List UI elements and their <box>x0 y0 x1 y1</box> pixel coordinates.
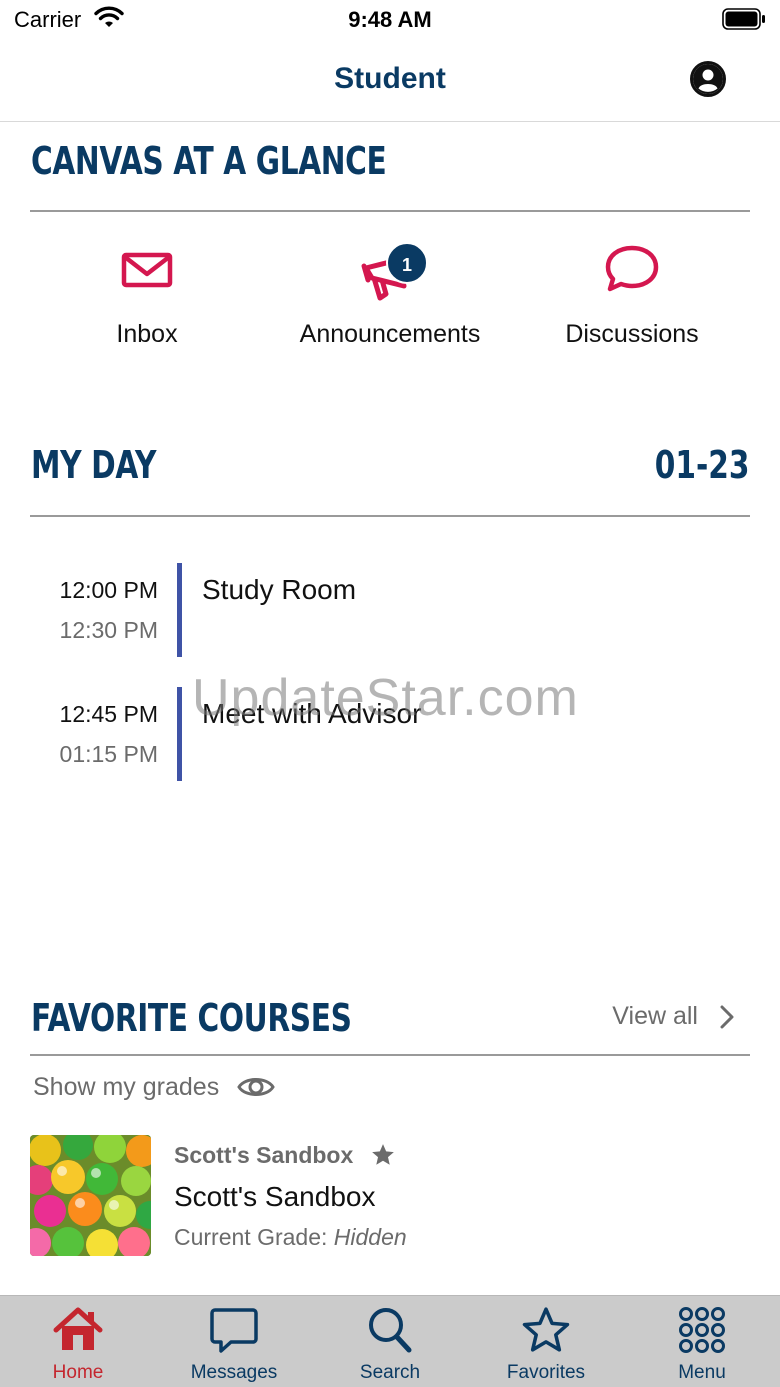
event-title: Study Room <box>202 574 357 605</box>
tab-menu-label: Menu <box>678 1362 726 1383</box>
event-end-time: 01:15 PM <box>59 741 158 767</box>
home-icon <box>52 1306 104 1359</box>
my-day-date: 01-23 <box>655 443 750 487</box>
event-start-time: 12:45 PM <box>59 701 158 727</box>
tab-messages[interactable]: Messages <box>156 1296 312 1387</box>
star-icon <box>521 1306 571 1359</box>
glance-announcements[interactable]: 1 Announcements <box>270 240 510 360</box>
event-end-time: 12:30 PM <box>59 617 158 643</box>
tab-home-label: Home <box>52 1362 104 1383</box>
chat-icon <box>209 1306 259 1359</box>
view-all-link[interactable]: View all <box>612 1002 698 1031</box>
tab-search-label: Search <box>359 1362 421 1383</box>
calendar-event[interactable]: 12:00 PM 12:30 PM Study Room <box>0 563 780 659</box>
glance-inbox-label: Inbox <box>116 320 178 348</box>
star-icon[interactable] <box>370 1142 396 1173</box>
glance-section-title: CANVAS AT A GLANCE <box>31 139 387 183</box>
tab-favorites-label: Favorites <box>506 1362 586 1383</box>
show-grades-toggle[interactable]: Show my grades <box>33 1073 219 1102</box>
tab-search[interactable]: Search <box>312 1296 468 1387</box>
glance-discussions-label: Discussions <box>565 320 699 348</box>
status-time: 9:48 AM <box>348 7 432 32</box>
event-color-bar <box>177 687 182 781</box>
glance-divider <box>30 210 750 212</box>
course-grade-value: Hidden <box>333 1224 407 1250</box>
tab-bar: Home Messages Search Favorites Menu <box>0 1295 780 1387</box>
search-icon <box>367 1306 413 1359</box>
profile-button[interactable] <box>690 61 726 97</box>
glance-announcements-label: Announcements <box>299 320 481 348</box>
my-day-divider <box>30 515 750 517</box>
tab-messages-label: Messages <box>190 1362 278 1383</box>
page-title: Student <box>334 62 446 95</box>
envelope-icon <box>121 252 173 293</box>
course-grade: Current Grade: Hidden <box>174 1224 407 1251</box>
status-bar: Carrier 9:48 AM <box>0 0 780 40</box>
glance-discussions[interactable]: Discussions <box>512 240 752 360</box>
chevron-right-icon[interactable] <box>716 1004 738 1035</box>
favorites-divider <box>30 1054 750 1056</box>
course-code[interactable]: Scott's Sandbox <box>174 1142 353 1169</box>
course-grade-label: Current Grade: <box>174 1224 328 1250</box>
glance-inbox[interactable]: Inbox <box>27 240 267 360</box>
tab-menu[interactable]: Menu <box>624 1296 780 1387</box>
tab-home[interactable]: Home <box>0 1296 156 1387</box>
nav-bar: Student <box>0 40 780 122</box>
speech-bubble-icon <box>604 244 660 299</box>
event-start-time: 12:00 PM <box>59 577 158 603</box>
tab-favorites[interactable]: Favorites <box>468 1296 624 1387</box>
eye-icon[interactable] <box>237 1074 275 1105</box>
watermark: UpdateStar.com <box>192 669 579 727</box>
grid-icon <box>678 1306 726 1359</box>
favorite-courses-title: FAVORITE COURSES <box>31 996 352 1040</box>
course-name[interactable]: Scott's Sandbox <box>174 1181 375 1213</box>
announcements-badge: 1 <box>386 242 428 284</box>
account-icon <box>690 61 726 97</box>
my-day-title: MY DAY <box>31 443 157 487</box>
event-color-bar <box>177 563 182 657</box>
battery-icon <box>722 8 766 35</box>
course-image[interactable] <box>30 1135 151 1256</box>
